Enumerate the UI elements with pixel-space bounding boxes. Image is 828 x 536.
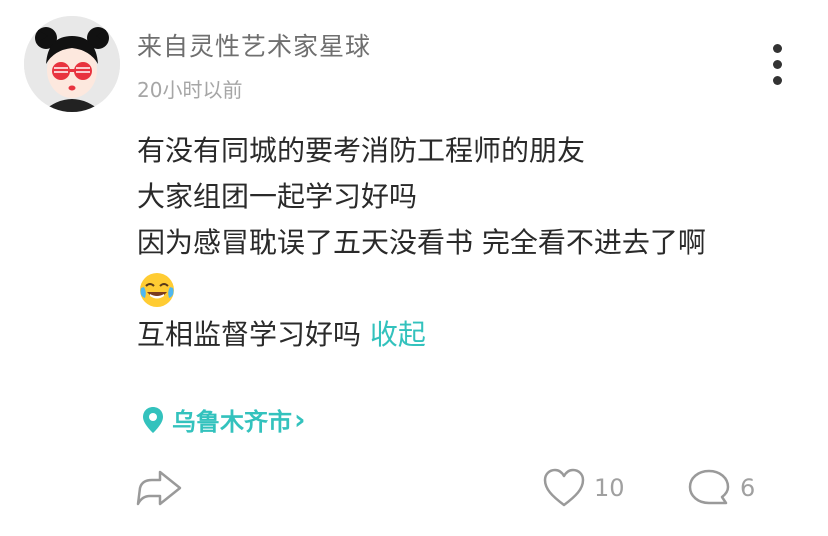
share-arrow-icon (136, 470, 182, 506)
like-button[interactable]: 10 (542, 467, 625, 509)
post-content: 有没有同城的要考消防工程师的朋友 大家组团一起学习好吗 因为感冒耽误了五天没看书… (137, 128, 787, 358)
location-label: 乌鲁木齐市 (172, 408, 292, 436)
post-line: 互相监督学习好吗 收起 (137, 312, 787, 358)
location-tag[interactable]: 乌鲁木齐市 › (142, 402, 306, 437)
crying-laughing-emoji (140, 273, 174, 307)
location-pin-icon (143, 406, 163, 433)
like-count: 10 (594, 474, 625, 502)
post-line: 大家组团一起学习好吗 (137, 180, 418, 213)
post-line: 有没有同城的要考消防工程师的朋友 (137, 134, 586, 167)
post-emoji-line (137, 266, 787, 312)
comment-button[interactable]: 6 (686, 467, 755, 509)
collapse-link[interactable]: 收起 (370, 318, 426, 351)
heart-icon (543, 468, 585, 507)
post-last-line: 互相监督学习好吗 (137, 318, 362, 351)
share-button[interactable] (134, 466, 184, 510)
vertical-dots-icon (773, 44, 782, 53)
post-time: 20小时以前 (137, 78, 243, 102)
avatar[interactable] (24, 16, 120, 112)
author-name[interactable]: 来自灵性艺术家星球 (137, 27, 371, 63)
more-options-button[interactable] (762, 40, 794, 88)
post-line: 因为感冒耽误了五天没看书 完全看不进去了啊 (137, 226, 706, 259)
avatar-illustration (24, 16, 120, 112)
chevron-right-icon: › (294, 403, 306, 436)
chat-bubble-icon (688, 469, 730, 505)
comment-count: 6 (740, 474, 756, 502)
